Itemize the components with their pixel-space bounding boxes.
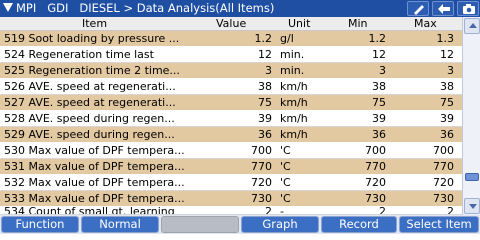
camera-icon[interactable] — [457, 1, 479, 16]
row-item: 527 AVE. speed at regenerati... — [4, 96, 176, 109]
row-min: 2 — [379, 207, 386, 215]
row-max: 3 — [447, 64, 454, 77]
row-item: 530 Max value of DPF tempera... — [4, 144, 185, 157]
row-max: 2 — [447, 207, 454, 215]
row-value: 75 — [258, 96, 272, 109]
row-item: 534 Count of small qt. learning — [4, 207, 175, 215]
row-value: 2 — [265, 207, 272, 215]
row-unit: km/h — [280, 128, 308, 141]
data-table: 519 Soot loading by pressure ... 1.2 g/l… — [0, 31, 462, 215]
row-item: 529 AVE. speed during regen... — [4, 128, 175, 141]
row-unit: min. — [280, 48, 305, 61]
window-title: MPI GDI DIESEL > Data Analysis(All Items… — [16, 1, 275, 15]
row-value: 39 — [258, 112, 272, 125]
header-value: Value — [216, 17, 247, 30]
header-item: Item — [82, 17, 108, 30]
table-row[interactable]: 530 Max value of DPF tempera... 700 'C 7… — [0, 143, 462, 159]
row-value: 36 — [258, 128, 272, 141]
row-max: 1.3 — [436, 32, 455, 45]
table-row[interactable]: 534 Count of small qt. learning 2 - 2 2 — [0, 207, 462, 215]
row-value: 730 — [251, 192, 272, 205]
blank-button — [161, 216, 239, 233]
table-row[interactable]: 527 AVE. speed at regenerati... 75 km/h … — [0, 95, 462, 111]
table-row[interactable]: 532 Max value of DPF tempera... 720 'C 7… — [0, 175, 462, 191]
row-unit: 'C — [280, 144, 291, 157]
table-header: Item Value Unit Min Max — [0, 17, 462, 31]
row-value: 720 — [251, 176, 272, 189]
table-row[interactable]: 528 AVE. speed during regen... 39 km/h 3… — [0, 111, 462, 127]
graph-button[interactable]: Graph — [241, 216, 319, 233]
title-bar: MPI GDI DIESEL > Data Analysis(All Items… — [0, 0, 480, 17]
record-button[interactable]: Record — [321, 216, 397, 233]
row-item: 531 Max value of DPF tempera... — [4, 160, 185, 173]
row-value: 1.2 — [254, 32, 273, 45]
row-min: 700 — [365, 144, 386, 157]
row-value: 38 — [258, 80, 272, 93]
row-unit: 'C — [280, 176, 291, 189]
row-value: 12 — [258, 48, 272, 61]
chevron-down-icon — [469, 204, 477, 209]
row-min: 39 — [372, 112, 386, 125]
table-row[interactable]: 533 Max value of DPF tempera... 730 'C 7… — [0, 191, 462, 207]
menu-triangle-icon[interactable] — [3, 3, 13, 12]
row-item: 526 AVE. speed at regenerati... — [4, 80, 176, 93]
table-row[interactable]: 525 Regeneration time 2 time... 3 min. 3… — [0, 63, 462, 79]
header-max: Max — [414, 17, 437, 30]
row-unit: 'C — [280, 160, 291, 173]
row-unit: - — [280, 207, 284, 215]
row-min: 720 — [365, 176, 386, 189]
row-unit: min. — [280, 64, 305, 77]
scroll-up-button[interactable] — [464, 18, 480, 34]
normal-button[interactable]: Normal — [81, 216, 159, 233]
row-unit: g/l — [280, 32, 294, 45]
row-min: 36 — [372, 128, 386, 141]
row-unit: km/h — [280, 80, 308, 93]
row-max: 39 — [440, 112, 454, 125]
row-min: 3 — [379, 64, 386, 77]
header-min: Min — [348, 17, 368, 30]
row-item: 532 Max value of DPF tempera... — [4, 176, 185, 189]
table-row[interactable]: 526 AVE. speed at regenerati... 38 km/h … — [0, 79, 462, 95]
row-item: 519 Soot loading by pressure ... — [4, 32, 180, 45]
row-value: 770 — [251, 160, 272, 173]
row-max: 36 — [440, 128, 454, 141]
table-row[interactable]: 524 Regeneration time last 12 min. 12 12 — [0, 47, 462, 63]
scroll-down-button[interactable] — [464, 198, 480, 214]
function-button[interactable]: Function — [1, 216, 79, 233]
row-item: 524 Regeneration time last — [4, 48, 154, 61]
row-unit: 'C — [280, 192, 291, 205]
row-max: 770 — [433, 160, 454, 173]
header-unit: Unit — [288, 17, 311, 30]
table-row[interactable]: 529 AVE. speed during regen... 36 km/h 3… — [0, 127, 462, 143]
vertical-scrollbar[interactable] — [462, 17, 480, 215]
row-max: 38 — [440, 80, 454, 93]
row-max: 730 — [433, 192, 454, 205]
row-unit: km/h — [280, 112, 308, 125]
row-max: 75 — [440, 96, 454, 109]
select-item-button[interactable]: Select Item — [399, 216, 479, 233]
row-max: 12 — [440, 48, 454, 61]
row-min: 12 — [372, 48, 386, 61]
row-item: 528 AVE. speed during regen... — [4, 112, 175, 125]
row-unit: km/h — [280, 96, 308, 109]
row-max: 700 — [433, 144, 454, 157]
chevron-up-icon — [469, 23, 477, 28]
scroll-thumb[interactable] — [465, 173, 479, 181]
row-min: 38 — [372, 80, 386, 93]
row-min: 730 — [365, 192, 386, 205]
table-row[interactable]: 531 Max value of DPF tempera... 770 'C 7… — [0, 159, 462, 175]
pencil-icon[interactable] — [407, 1, 429, 16]
row-min: 770 — [365, 160, 386, 173]
row-min: 1.2 — [368, 32, 387, 45]
row-value: 700 — [251, 144, 272, 157]
row-min: 75 — [372, 96, 386, 109]
row-item: 533 Max value of DPF tempera... — [4, 192, 185, 205]
back-arrow-icon[interactable] — [432, 1, 454, 16]
row-value: 3 — [265, 64, 272, 77]
row-max: 720 — [433, 176, 454, 189]
bottom-button-bar: Function Normal Graph Record Select Item — [0, 215, 480, 234]
table-row[interactable]: 519 Soot loading by pressure ... 1.2 g/l… — [0, 31, 462, 47]
row-item: 525 Regeneration time 2 time... — [4, 64, 180, 77]
